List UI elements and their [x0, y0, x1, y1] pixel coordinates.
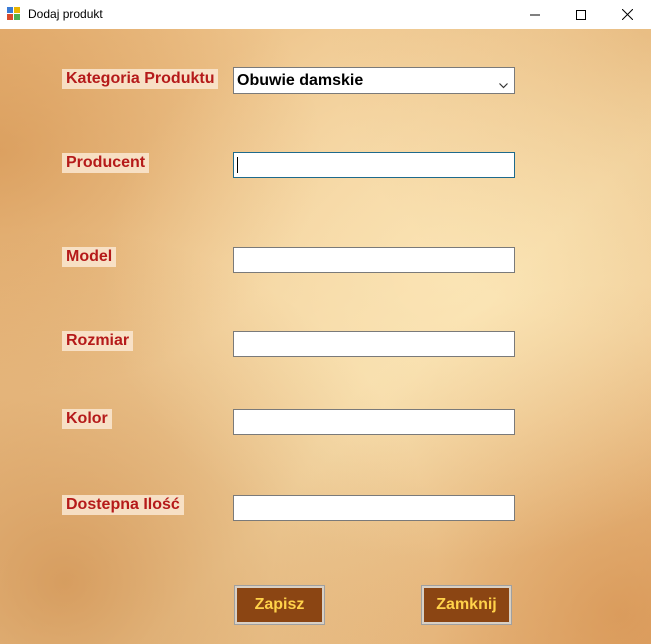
close-window-button[interactable]: [604, 0, 650, 29]
text-caret: [237, 157, 238, 173]
quantity-label: Dostepna Ilość: [62, 495, 184, 515]
model-label: Model: [62, 247, 117, 267]
close-icon: [621, 9, 633, 20]
maximize-icon: [576, 9, 586, 20]
save-button[interactable]: Zapisz: [234, 585, 325, 625]
maximize-button[interactable]: [558, 0, 604, 29]
title-bar: Dodaj produkt: [0, 0, 651, 29]
app-icon: [7, 7, 21, 21]
minimize-button[interactable]: [512, 0, 558, 29]
size-input[interactable]: [233, 331, 515, 357]
model-input[interactable]: [233, 247, 515, 273]
category-label: Kategoria Produktu: [62, 69, 219, 89]
size-label: Rozmiar: [62, 331, 134, 351]
minimize-icon: [530, 14, 540, 15]
category-selected-value: Obuwie damskie: [237, 72, 364, 89]
window-title: Dodaj produkt: [28, 7, 103, 21]
color-input[interactable]: [233, 409, 515, 435]
producer-label: Producent: [62, 153, 150, 173]
color-label: Kolor: [62, 409, 112, 429]
close-button[interactable]: Zamknij: [421, 585, 512, 625]
producer-input[interactable]: [233, 152, 515, 178]
category-select[interactable]: Obuwie damskie: [233, 67, 515, 94]
quantity-input[interactable]: [233, 495, 515, 521]
form-client-area: Kategoria Produktu Obuwie damskie Produc…: [0, 29, 651, 644]
chevron-down-icon: [499, 76, 508, 94]
